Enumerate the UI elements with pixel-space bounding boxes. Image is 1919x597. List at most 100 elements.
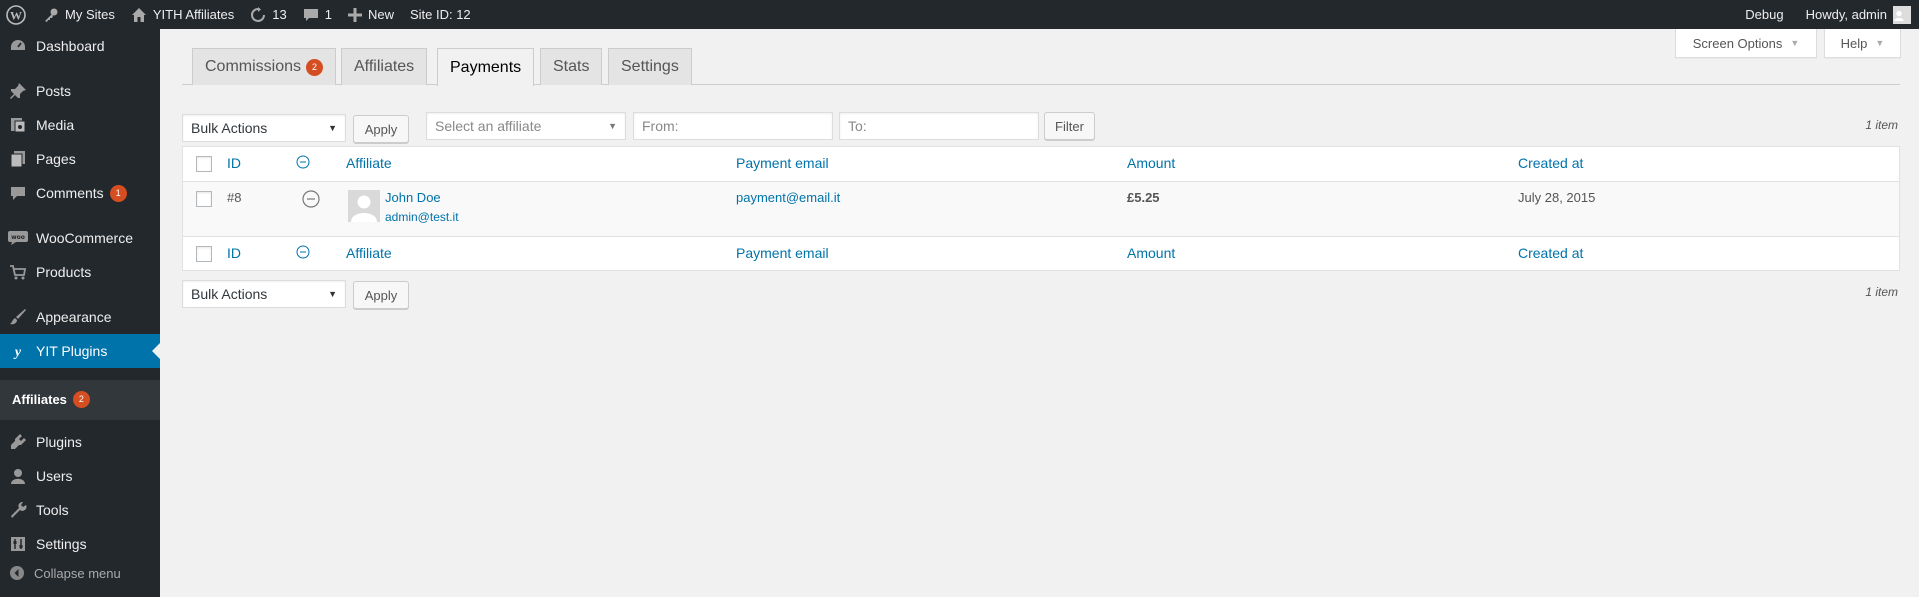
dashboard-icon xyxy=(0,37,36,55)
menu-label: Settings xyxy=(36,536,87,552)
menu-label: Dashboard xyxy=(36,38,105,54)
avatar-icon xyxy=(1893,5,1911,24)
bulk-actions-select-bottom[interactable]: Bulk Actions ▼ xyxy=(182,280,346,308)
affiliate-select[interactable]: Select an affiliate ▼ xyxy=(426,112,626,140)
menu-settings[interactable]: Settings xyxy=(0,527,160,561)
column-affiliate[interactable]: Affiliate xyxy=(346,155,392,171)
collapse-menu-button[interactable]: Collapse menu xyxy=(0,558,160,588)
tab-payments[interactable]: Payments xyxy=(437,48,535,86)
column-created-at[interactable]: Created at xyxy=(1518,245,1583,261)
admin-bar: W My Sites YITH Affiliates 13 1 New Site… xyxy=(0,0,1919,29)
site-id: Site ID: 12 xyxy=(402,0,479,29)
filter-button[interactable]: Filter xyxy=(1044,112,1095,140)
menu-woocommerce[interactable]: woo WooCommerce xyxy=(0,221,160,255)
yit-icon: y xyxy=(0,342,36,360)
refresh-icon xyxy=(251,6,266,22)
pin-icon xyxy=(0,82,36,100)
menu-yit-plugins[interactable]: y YIT Plugins xyxy=(0,334,160,368)
tab-stats[interactable]: Stats xyxy=(540,48,603,85)
user-icon xyxy=(0,467,36,485)
table-header: ID Affiliate Payment email Amount Create… xyxy=(183,147,1899,182)
new-content-link[interactable]: New xyxy=(340,0,402,29)
comments-link[interactable]: 1 xyxy=(295,0,340,29)
menu-label: Pages xyxy=(36,151,76,167)
column-created-at[interactable]: Created at xyxy=(1518,155,1583,171)
submenu-label: Affiliates xyxy=(12,391,67,407)
plug-icon xyxy=(0,433,36,451)
howdy-label: Howdy, admin xyxy=(1805,7,1887,22)
key-icon xyxy=(45,8,58,22)
payment-email-link[interactable]: payment@email.it xyxy=(736,190,840,205)
status-column-icon[interactable] xyxy=(296,245,310,262)
site-name-link[interactable]: YITH Affiliates xyxy=(123,0,242,29)
tab-label: Settings xyxy=(621,58,679,75)
affiliate-name-link[interactable]: John Doe xyxy=(385,190,441,205)
filter-label: Filter xyxy=(1055,118,1084,134)
debug-link[interactable]: Debug xyxy=(1737,0,1797,29)
to-date-input[interactable]: To: xyxy=(839,112,1039,140)
submenu-affiliates[interactable]: Affiliates 2 xyxy=(12,388,90,410)
plus-icon xyxy=(347,7,362,22)
pages-icon xyxy=(0,150,36,168)
menu-comments[interactable]: Comments 1 xyxy=(0,176,160,210)
apply-button-bottom[interactable]: Apply xyxy=(353,281,409,309)
column-affiliate[interactable]: Affiliate xyxy=(346,245,392,261)
settings-icon xyxy=(0,535,36,553)
site-name-label: YITH Affiliates xyxy=(152,7,235,22)
tab-label: Payments xyxy=(450,58,522,76)
menu-label: WooCommerce xyxy=(36,230,133,246)
tab-settings[interactable]: Settings xyxy=(608,48,692,85)
menu-label: Plugins xyxy=(36,434,82,450)
comments-badge: 1 xyxy=(109,184,127,202)
menu-products[interactable]: Products xyxy=(0,255,160,289)
tab-commissions[interactable]: Commissions 2 xyxy=(192,48,337,85)
column-amount[interactable]: Amount xyxy=(1127,155,1175,171)
items-count-top: 1 item xyxy=(1865,118,1898,132)
caret-down-icon: ▼ xyxy=(1875,38,1885,48)
yit-submenu: Affiliates 2 xyxy=(0,380,160,420)
admin-sidebar: Dashboard Posts Media Pages Comments 1 w… xyxy=(0,29,160,597)
select-all-checkbox-footer[interactable] xyxy=(196,246,212,262)
debug-label: Debug xyxy=(1745,7,1784,22)
select-value: Bulk Actions xyxy=(191,120,268,136)
from-date-input[interactable]: From: xyxy=(633,112,833,140)
updates-link[interactable]: 13 xyxy=(242,0,294,29)
select-placeholder: Select an affiliate xyxy=(435,118,542,134)
menu-media[interactable]: Media xyxy=(0,108,160,142)
column-id[interactable]: ID xyxy=(227,245,241,261)
status-column-icon[interactable] xyxy=(296,155,310,172)
comments-count: 1 xyxy=(324,7,332,22)
tab-affiliates[interactable]: Affiliates xyxy=(341,48,428,85)
menu-appearance[interactable]: Appearance xyxy=(0,300,160,334)
caret-down-icon: ▼ xyxy=(608,121,617,131)
menu-users[interactable]: Users xyxy=(0,459,160,493)
apply-button-top[interactable]: Apply xyxy=(353,115,409,143)
menu-tools[interactable]: Tools xyxy=(0,493,160,527)
menu-plugins[interactable]: Plugins xyxy=(0,425,160,459)
select-value: Bulk Actions xyxy=(191,286,268,302)
menu-dashboard[interactable]: Dashboard xyxy=(0,29,160,63)
menu-label: YIT Plugins xyxy=(36,343,108,359)
menu-posts[interactable]: Posts xyxy=(0,74,160,108)
wordpress-icon: W xyxy=(6,4,26,25)
wordpress-logo[interactable]: W xyxy=(0,0,35,29)
row-checkbox[interactable] xyxy=(196,191,212,207)
wrench-icon xyxy=(0,501,36,519)
cart-icon xyxy=(0,263,36,281)
affiliate-email-link[interactable]: admin@test.it xyxy=(385,210,459,224)
amount-value: £5.25 xyxy=(1127,190,1160,205)
apply-label: Apply xyxy=(364,121,398,137)
column-amount[interactable]: Amount xyxy=(1127,245,1175,261)
caret-down-icon: ▼ xyxy=(328,289,337,299)
select-all-checkbox[interactable] xyxy=(196,156,212,172)
column-payment-email[interactable]: Payment email xyxy=(736,155,829,171)
bulk-actions-select-top[interactable]: Bulk Actions ▼ xyxy=(182,114,346,142)
my-sites-link[interactable]: My Sites xyxy=(35,0,123,29)
menu-label: Comments xyxy=(36,185,104,201)
column-payment-email[interactable]: Payment email xyxy=(736,245,829,261)
column-id[interactable]: ID xyxy=(227,155,241,171)
menu-pages[interactable]: Pages xyxy=(0,142,160,176)
account-menu[interactable]: Howdy, admin xyxy=(1798,0,1919,29)
table-footer: ID Affiliate Payment email Amount Create… xyxy=(183,236,1899,271)
collapse-arrow-icon xyxy=(0,565,34,581)
